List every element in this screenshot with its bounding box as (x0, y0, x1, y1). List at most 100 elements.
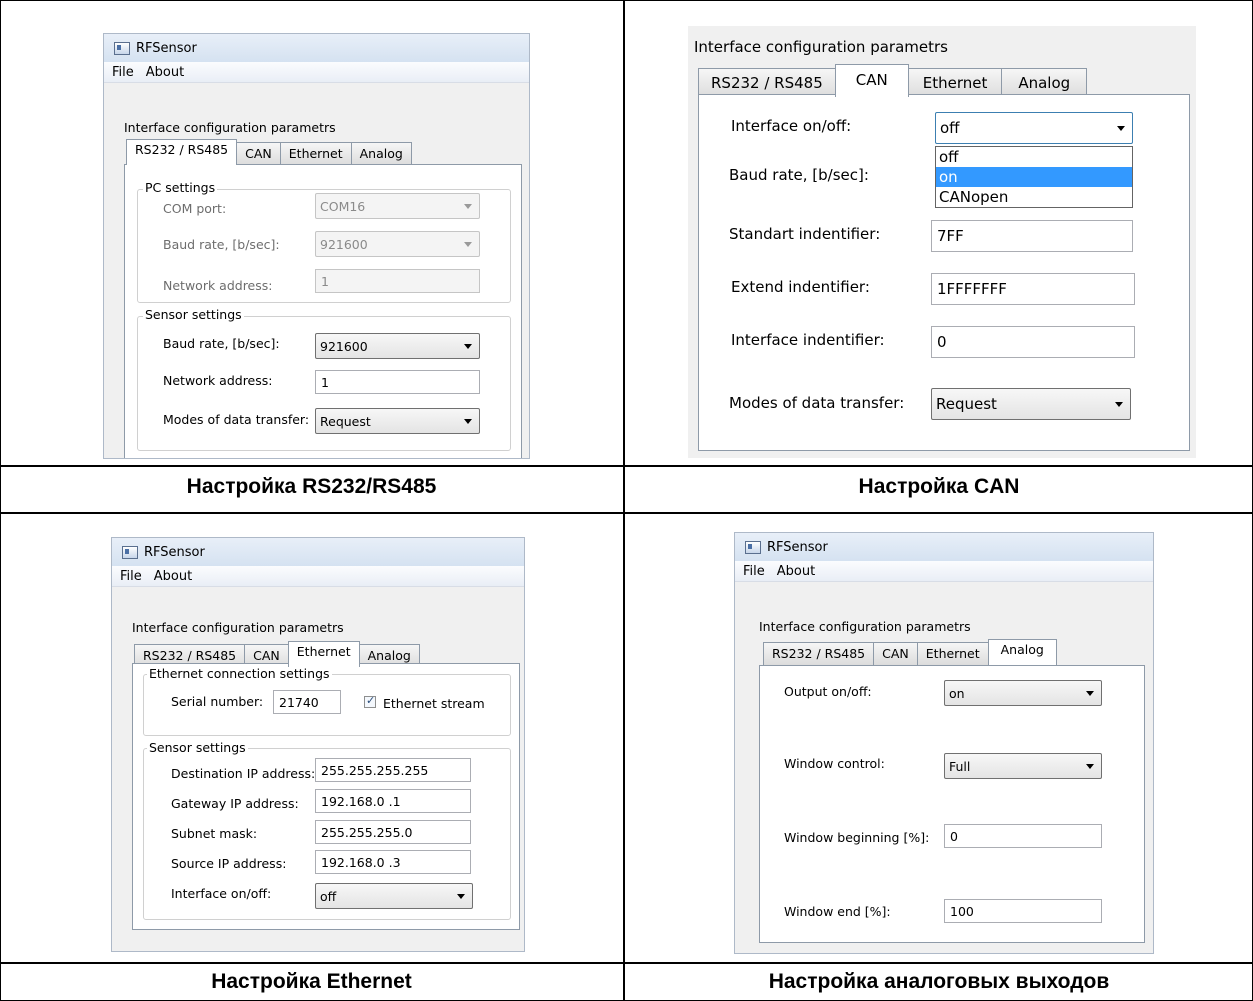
tab-can[interactable]: CAN (834, 64, 909, 97)
rs-tabs: RS232 / RS485 CAN Ethernet Analog (126, 139, 412, 165)
tab-rs232[interactable]: RS232 / RS485 (698, 68, 836, 97)
section-title: Interface configuration parametrs (124, 120, 336, 135)
rs-titlebar: RFSensor (104, 34, 529, 62)
checkbox-checked-icon[interactable] (364, 694, 376, 708)
ext-id-label: Extend indentifier: (731, 278, 870, 296)
menu-file[interactable]: File (112, 65, 134, 80)
analog-window: RFSensor File About Interface configurat… (734, 532, 1154, 954)
sensor-baud-select[interactable]: 921600 (315, 333, 480, 359)
tab-can[interactable]: CAN (873, 642, 918, 665)
window-end-label: Window end [%]: (784, 904, 891, 919)
menu-about[interactable]: About (154, 569, 192, 584)
menu-file[interactable]: File (120, 569, 142, 584)
gateway-ip-label: Gateway IP address: (171, 796, 299, 811)
chevron-down-icon (1086, 764, 1094, 769)
can-modes-value: Request (936, 395, 997, 413)
iface-id-field[interactable]: 0 (931, 326, 1135, 358)
output-select[interactable]: on (944, 680, 1102, 706)
source-ip-label: Source IP address: (171, 856, 287, 871)
window-end-field[interactable]: 100 (944, 899, 1102, 923)
pc-baud-label: Baud rate, [b/sec]: (163, 237, 280, 252)
ext-id-field[interactable]: 1FFFFFFF (931, 273, 1135, 305)
app-window-icon (122, 545, 138, 559)
com-port-select[interactable]: COM16 (315, 193, 480, 219)
analog-tabs: RS232 / RS485 CAN Ethernet Analog (763, 639, 1057, 665)
rs-menubar: File About (104, 62, 529, 83)
dropdown-option-canopen[interactable]: CANopen (936, 187, 1132, 207)
chevron-down-icon (457, 894, 465, 899)
tab-rs232[interactable]: RS232 / RS485 (763, 642, 875, 665)
tab-ethernet[interactable]: Ethernet (907, 68, 1003, 97)
can-iface-select[interactable]: off (935, 112, 1133, 144)
pc-baud-value: 921600 (320, 236, 368, 252)
section-title: Interface configuration parametrs (694, 38, 948, 56)
dropdown-option-off[interactable]: off (936, 147, 1132, 167)
tab-analog[interactable]: Analog (987, 639, 1057, 665)
sensor-address-field[interactable]: 1 (315, 370, 480, 394)
chevron-down-icon (1086, 691, 1094, 696)
app-title: RFSensor (136, 40, 197, 56)
chevron-down-icon (464, 419, 472, 424)
section-title: Interface configuration parametrs (132, 620, 344, 635)
tab-ethernet[interactable]: Ethernet (916, 642, 989, 665)
subnet-mask-field[interactable]: 255.255.255.0 (315, 820, 471, 844)
app-title: RFSensor (767, 539, 828, 555)
sensor-settings-title: Sensor settings (143, 307, 244, 322)
tab-ethernet[interactable]: Ethernet (287, 641, 360, 667)
eth-tab-panel: Ethernet connection settings Serial numb… (132, 663, 520, 930)
can-baud-label: Baud rate, [b/sec]: (729, 166, 869, 184)
dropdown-option-on[interactable]: on (936, 167, 1132, 187)
std-id-field[interactable]: 7FF (931, 220, 1133, 252)
window-begin-label: Window beginning [%]: (784, 830, 930, 845)
output-label: Output on/off: (784, 684, 872, 699)
com-port-label: COM port: (163, 201, 227, 216)
tab-analog[interactable]: Analog (1001, 68, 1088, 97)
analog-titlebar: RFSensor (735, 533, 1153, 561)
menu-about[interactable]: About (146, 65, 184, 80)
ethernet-stream-label: Ethernet stream (383, 696, 485, 711)
output-value: on (949, 685, 965, 701)
can-tab-panel: Interface on/off: off off on CANopen Bau… (698, 94, 1190, 451)
pc-baud-select[interactable]: 921600 (315, 231, 480, 257)
pc-settings-title: PC settings (143, 180, 218, 195)
source-ip-field[interactable]: 192.168.0 .3 (315, 850, 471, 874)
tab-analog[interactable]: Analog (350, 142, 412, 165)
window-begin-field[interactable]: 0 (944, 824, 1102, 848)
chevron-down-icon (464, 344, 472, 349)
iface-id-label: Interface indentifier: (731, 331, 885, 349)
eth-titlebar: RFSensor (112, 538, 524, 566)
menu-about[interactable]: About (777, 564, 815, 579)
window-control-select[interactable]: Full (944, 753, 1102, 779)
tab-can[interactable]: CAN (236, 142, 281, 165)
analog-tab-panel: Output on/off: on Window control: Full W… (759, 665, 1145, 943)
menu-file[interactable]: File (743, 564, 765, 579)
grid-divider-h1 (0, 465, 1253, 467)
chevron-down-icon (1117, 126, 1125, 131)
com-port-value: COM16 (320, 198, 366, 214)
can-modes-select[interactable]: Request (931, 388, 1131, 420)
pc-address-field[interactable]: 1 (315, 269, 480, 293)
tab-ethernet[interactable]: Ethernet (279, 142, 352, 165)
eth-iface-value: off (320, 888, 337, 904)
serial-label: Serial number: (171, 694, 264, 709)
gateway-ip-field[interactable]: 192.168.0 .1 (315, 789, 471, 813)
caption-rs: Настройка RS232/RS485 (186, 475, 437, 498)
rs-tab-panel: PC settings COM port: COM16 Baud rate, [… (124, 164, 522, 458)
sensor-address-label: Network address: (163, 373, 273, 388)
eth-iface-select[interactable]: off (315, 883, 473, 909)
tab-rs232[interactable]: RS232 / RS485 (126, 139, 238, 165)
app-title: RFSensor (144, 544, 205, 560)
eth-menubar: File About (112, 566, 524, 587)
subnet-mask-label: Subnet mask: (171, 826, 258, 841)
can-modes-label: Modes of data transfer: (729, 394, 905, 412)
dest-ip-field[interactable]: 255.255.255.255 (315, 758, 471, 782)
grid-divider-vertical (623, 0, 625, 1001)
chevron-down-icon (464, 204, 472, 209)
window-control-value: Full (949, 758, 971, 774)
serial-field[interactable]: 21740 (273, 690, 341, 714)
modes-select[interactable]: Request (315, 408, 480, 434)
sensor-baud-label: Baud rate, [b/sec]: (163, 336, 280, 351)
eth-window: RFSensor File About Interface configurat… (111, 537, 525, 952)
pc-address-label: Network address: (163, 278, 273, 293)
analog-menubar: File About (735, 561, 1153, 582)
